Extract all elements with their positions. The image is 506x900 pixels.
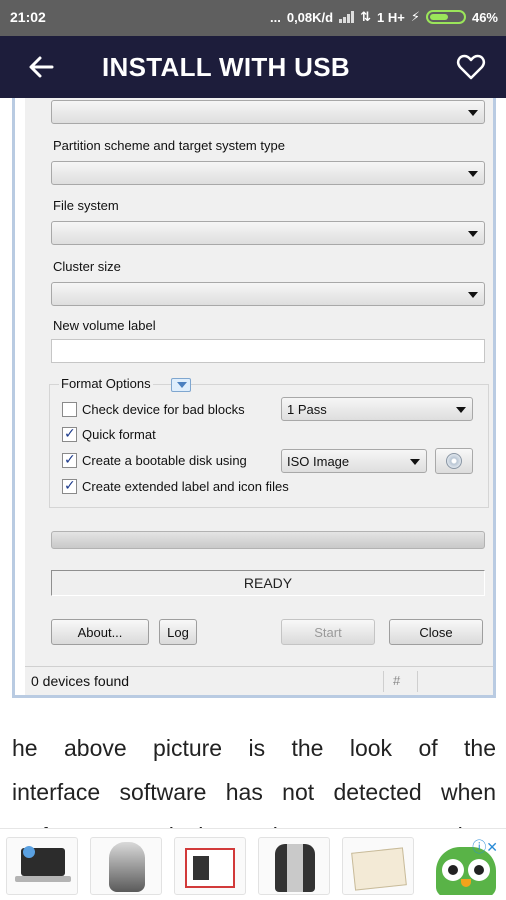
chevron-down-icon [410,459,420,465]
checkmark-icon: ✓ [64,451,76,467]
about-button[interactable]: About... [51,619,149,645]
divider [383,671,384,692]
extended-label-label: Create extended label and icon files [82,479,289,494]
jacket-ad[interactable] [258,837,330,895]
scooter-ad[interactable] [90,837,162,895]
window-status-bar: 0 devices found # [25,666,493,695]
close-button[interactable]: Close [389,619,483,645]
chevron-down-icon [468,292,478,298]
chevron-down-icon [468,231,478,237]
devices-found-text: 0 devices found [31,673,130,689]
cluster-label: Cluster size [53,259,121,274]
battery-percent: 46% [471,9,498,25]
disc-icon [446,453,462,469]
usb-kit-image [185,848,235,888]
network-type: 1 H+ [377,9,405,25]
partition-select[interactable] [51,161,485,185]
chevron-down-icon [177,382,187,388]
boot-type-select[interactable]: ISO Image [281,449,427,473]
device-select[interactable] [51,100,485,124]
status-field: READY [51,570,485,596]
window-panel: Partition scheme and target system type … [25,98,493,666]
heart-outline-icon[interactable] [456,52,486,82]
checkmark-icon: ✓ [64,477,76,493]
rufus-window-screenshot: Partition scheme and target system type … [12,98,496,698]
start-button[interactable]: Start [281,619,375,645]
chevron-down-icon [468,171,478,177]
hash-icon: # [393,673,401,688]
status-indicators: ... 0,08K/d ⇅ 1 H+ ⚡ 46% [270,9,498,25]
expand-toggle[interactable] [171,378,191,392]
chevron-down-icon [468,110,478,116]
volume-label: New volume label [53,318,156,333]
chevron-down-icon [456,407,466,413]
progress-bar [51,531,485,549]
article-line-1: he above picture is the look of the [12,735,496,761]
document-image [351,847,407,891]
partition-label: Partition scheme and target system type [53,138,285,153]
quick-format-label: Quick format [82,427,156,442]
bad-blocks-label: Check device for bad blocks [82,402,245,417]
jacket-image [275,844,315,892]
divider [417,671,418,692]
network-speed: 0,08K/d [286,9,334,25]
checkmark-icon: ✓ [64,425,76,441]
arrow-left-icon[interactable] [26,52,56,82]
filesystem-select[interactable] [51,221,485,245]
format-options-title: Format Options [59,376,153,391]
hp-logo-icon [23,846,35,858]
cluster-select[interactable] [51,282,485,306]
bad-blocks-checkbox[interactable] [62,402,77,417]
select-image-button[interactable] [435,448,473,474]
article-line-2: interface software has not detected when [12,779,496,805]
status-bar: 21:02 ... 0,08K/d ⇅ 1 H+ ⚡ 46% [0,0,506,36]
more-dots: ... [270,9,281,25]
log-button[interactable]: Log [159,619,197,645]
volume-label-input[interactable] [51,339,485,363]
ad-info-icon[interactable]: ⓘ✕ [472,837,498,857]
data-arrows-icon: ⇅ [360,9,371,24]
page-title: INSTALL WITH USB [102,52,350,82]
charging-icon: ⚡ [410,9,420,24]
passes-select[interactable]: 1 Pass [281,397,473,421]
hp-laptop-ad[interactable] [6,837,78,895]
extended-label-checkbox[interactable]: ✓ [62,477,77,494]
usb-kit-ad[interactable] [174,837,246,895]
ad-banner[interactable]: ⓘ✕ [0,828,506,900]
owl-app-ad[interactable]: ⓘ✕ [432,837,502,895]
filesystem-label: File system [53,198,119,213]
quick-format-checkbox[interactable]: ✓ [62,425,77,442]
battery-icon [425,10,466,24]
bootable-checkbox[interactable]: ✓ [62,451,77,468]
clock: 21:02 [10,9,46,25]
bootable-label: Create a bootable disk using [82,453,247,468]
scooter-image [109,842,145,892]
signal-icon [339,11,355,23]
app-bar: INSTALL WITH USB [0,36,506,98]
document-ad[interactable] [342,837,414,895]
